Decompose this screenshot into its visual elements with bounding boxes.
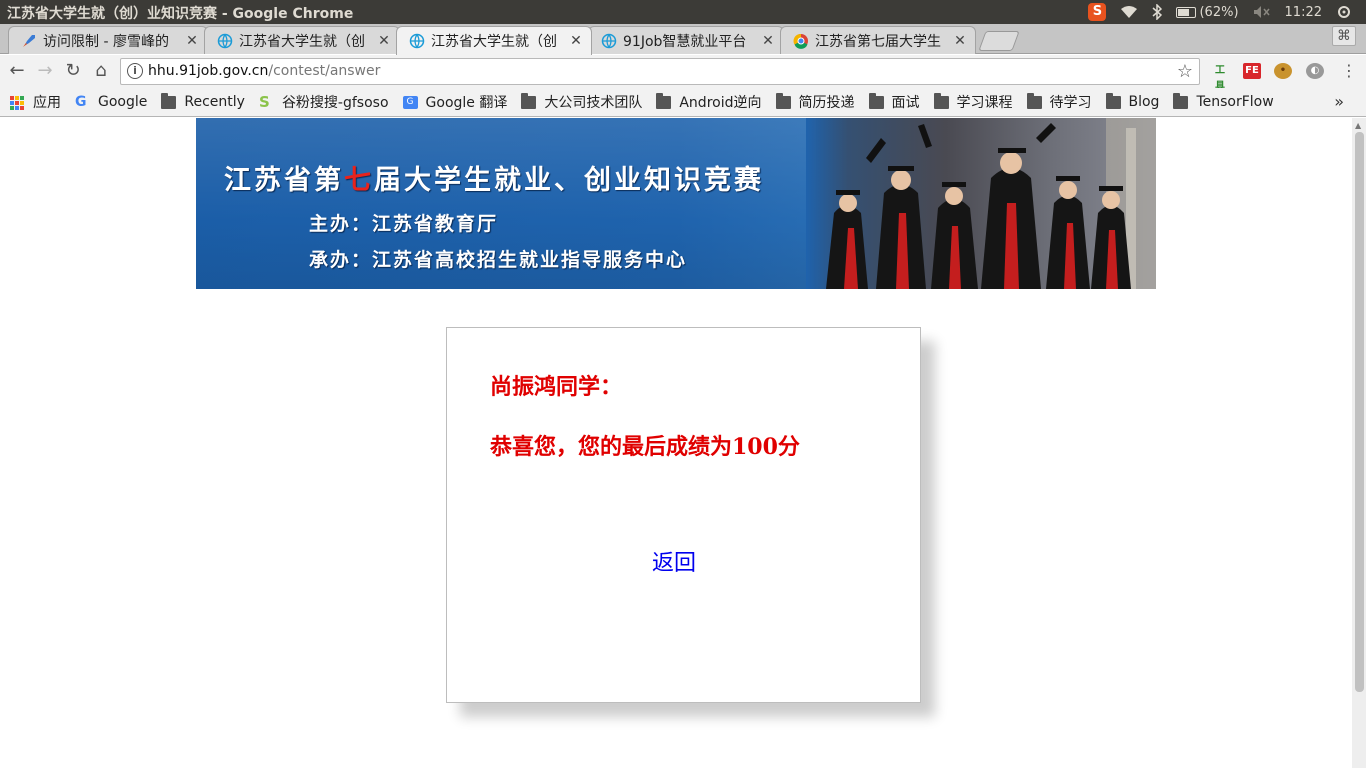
bookmark-android-reverse[interactable]: Android逆向 [656,92,762,112]
folder-icon [1026,92,1042,109]
folder-icon [1173,92,1189,109]
bookmark-google-translate[interactable]: G Google 翻译 [402,92,507,112]
folder-icon [775,92,791,109]
home-icon[interactable]: ⌂ [90,60,112,82]
bookmarks-bar: 应用 G Google Recently S 谷粉搜搜-gfsoso G Goo… [0,88,1366,117]
tab-4[interactable]: 91Job智慧就业平台 ✕ [588,26,784,54]
bookmarks-overflow-icon[interactable]: » [1334,92,1344,111]
system-tray: S (62%) 11:22 [1088,0,1366,24]
back-link[interactable]: 返回 [652,545,696,577]
tab-5[interactable]: 江苏省第七届大学生 ✕ [780,26,976,54]
scroll-up-icon[interactable]: ▲ [1355,121,1361,130]
address-bar[interactable]: i hhu.91job.gov.cn/contest/answer ☆ [120,58,1200,85]
translate-icon: G [402,95,418,109]
contest-banner: 江苏省第七届大学生就业、创业知识竞赛 主办：江苏省教育厅 承办：江苏省高校招生就… [196,118,1156,289]
banner-undertaker: 承办：江苏省高校招生就业指导服务中心 [309,249,688,271]
page-scrollbar[interactable]: ▲ [1352,118,1366,768]
folder-icon [656,92,672,109]
graduates-photo [806,118,1156,289]
folder-icon [933,92,949,109]
volume-muted-icon[interactable] [1253,0,1271,24]
bookmark-to-learn[interactable]: 待学习 [1026,92,1092,112]
site-info-icon[interactable]: i [127,63,143,79]
folder-icon [868,92,884,109]
forward-arrow-icon[interactable]: → [34,60,56,82]
chrome-favicon-icon [793,33,809,49]
profile-switch-icon[interactable]: ⌘ [1332,26,1356,46]
clock[interactable]: 11:22 [1285,0,1322,24]
bookmark-big-company-tech[interactable]: 大公司技术团队 [521,92,642,112]
tab-close-icon[interactable]: ✕ [185,33,199,49]
globe-favicon-icon [217,33,233,49]
gfsoso-icon: S [258,92,270,111]
window-title: 江苏省大学生就（创）业知识竞赛 - Google Chrome [7,6,354,22]
url-text[interactable]: hhu.91job.gov.cn/contest/answer [148,63,380,79]
tab-close-icon[interactable]: ✕ [953,33,967,49]
tab-close-icon[interactable]: ✕ [377,33,391,49]
banner-organizer: 主办：江苏省教育厅 [309,213,499,235]
globe-favicon-icon [409,33,425,49]
sogou-input-icon[interactable]: S [1088,0,1107,24]
tab-close-icon[interactable]: ✕ [761,33,775,49]
graduates-illustration [826,118,1156,289]
tab-2[interactable]: 江苏省大学生就（创 ✕ [204,26,400,54]
fe-extension-icon[interactable]: FE [1243,63,1261,79]
folder-icon [1105,92,1121,109]
globe-favicon-icon [601,33,617,49]
page-content: 江苏省第七届大学生就业、创业知识竞赛 主办：江苏省教育厅 承办：江苏省高校招生就… [0,118,1352,768]
bookmark-blog[interactable]: Blog [1105,92,1159,110]
new-tab-button[interactable] [978,31,1020,51]
folder-icon [521,92,537,109]
bookmark-interview[interactable]: 面试 [868,92,920,112]
bookmark-courses[interactable]: 学习课程 [933,92,1013,112]
extension-globe-icon[interactable]: ◐ [1306,63,1324,79]
bookmark-resume[interactable]: 简历投递 [775,92,855,112]
score-result: 恭喜您，您的最后成绩为100分 [490,434,800,460]
student-greeting: 尚振鸿同学： [490,374,623,400]
url-path: /contest/answer [268,63,381,79]
tab-3-active[interactable]: 江苏省大学生就（创 ✕ [396,26,592,55]
battery-percent: (62%) [1199,4,1239,20]
browser-toolbar: ← → ↻ ⌂ i hhu.91job.gov.cn/contest/answe… [0,55,1366,92]
url-host: hhu.91job.gov.cn [148,63,269,79]
bookmark-apps[interactable]: 应用 [10,92,61,112]
rocket-favicon-icon [21,33,37,49]
tab-1[interactable]: 访问限制 - 廖雪峰的 ✕ [8,26,208,54]
bookmark-gfsoso[interactable]: S 谷粉搜搜-gfsoso [259,92,389,112]
bluetooth-icon[interactable] [1152,0,1163,24]
cookie-extension-icon[interactable]: • [1274,63,1292,79]
bookmark-google[interactable]: G Google [75,94,147,110]
bookmark-recently[interactable]: Recently [161,92,245,110]
tab-close-icon[interactable]: ✕ [569,33,583,49]
apps-icon [10,95,25,110]
bookmark-star-icon[interactable]: ☆ [1177,61,1193,82]
menu-kebab-icon[interactable]: ⋮ [1338,60,1360,82]
result-card: 尚振鸿同学： 恭喜您，您的最后成绩为100分 返回 [446,327,921,703]
tab-strip: 访问限制 - 廖雪峰的 ✕ 江苏省大学生就（创 ✕ 江苏省大学生就（创 ✕ 91… [0,24,1366,55]
folder-icon [161,92,177,109]
reload-icon[interactable]: ↻ [62,60,84,82]
google-icon: G [75,93,87,110]
system-top-bar: 江苏省大学生就（创）业知识竞赛 - Google Chrome S (62%) … [0,0,1366,24]
bookmark-tensorflow[interactable]: TensorFlow [1173,92,1274,110]
back-arrow-icon[interactable]: ← [6,60,28,82]
scrollbar-thumb[interactable] [1355,132,1364,692]
wifi-icon[interactable] [1120,0,1138,24]
battery-indicator[interactable]: (62%) [1176,0,1239,24]
power-gear-icon[interactable] [1336,0,1352,24]
tools-extension-icon[interactable]: 工具 [1211,63,1229,92]
battery-icon [1176,6,1197,18]
banner-headline: 江苏省第七届大学生就业、创业知识竞赛 [224,165,764,196]
